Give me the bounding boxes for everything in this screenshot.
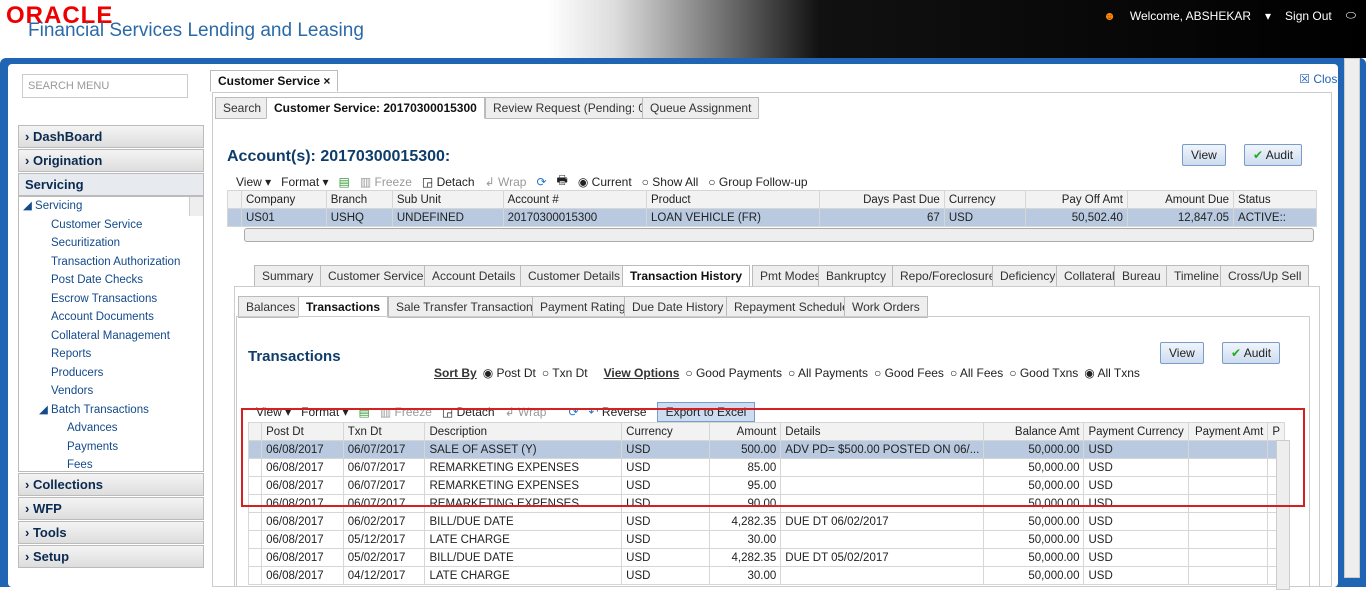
transaction-row[interactable]: 06/08/2017 05/02/2017 BILL/DUE DATE USD 4,28… bbox=[247, 548, 1285, 567]
detail-tab[interactable]: Summary bbox=[254, 265, 322, 287]
inner-tab[interactable]: Work Orders bbox=[844, 296, 928, 318]
menu-setup[interactable]: › Setup bbox=[18, 545, 204, 568]
inner-tab[interactable]: Sale Transfer Transactions bbox=[388, 296, 547, 318]
tree-fees[interactable]: Fees bbox=[19, 456, 203, 471]
wrap-button[interactable]: ↲ Wrap bbox=[485, 175, 527, 189]
tree-scrollbar[interactable] bbox=[189, 197, 203, 216]
detach-button[interactable]: ◲ Detach bbox=[422, 175, 475, 189]
transaction-row[interactable]: 06/08/2017 04/12/2017 LATE CHARGE USD 30.00 5… bbox=[247, 566, 1285, 585]
tree-escrow-transactions[interactable]: Escrow Transactions bbox=[19, 290, 203, 309]
app-header: ORACLE Financial Services Lending and Le… bbox=[0, 0, 1366, 58]
detail-tab[interactable]: Bankruptcy bbox=[818, 265, 895, 287]
tree-servicing[interactable]: ◢ Servicing bbox=[19, 197, 203, 216]
chevron-down-icon: ▾ bbox=[1265, 8, 1272, 23]
txn-view-button[interactable]: View bbox=[1160, 342, 1204, 364]
inner-tab[interactable]: Repayment Schedule bbox=[726, 296, 857, 318]
view-options-label: View Options bbox=[603, 366, 680, 380]
sidebar: SEARCH MENU › DashBoard › Origination Se… bbox=[18, 74, 204, 581]
tree-account-documents[interactable]: Account Documents bbox=[19, 308, 203, 327]
menu-collections[interactable]: › Collections bbox=[18, 473, 204, 496]
radio-good-fees[interactable]: ○ Good Fees bbox=[874, 366, 944, 380]
inner-tab[interactable]: Balances bbox=[238, 296, 304, 318]
tree-payments[interactable]: Payments bbox=[19, 438, 203, 457]
refresh-icon[interactable]: ⟳ bbox=[536, 175, 546, 189]
accounts-title: Account(s): 20170300015300: bbox=[227, 148, 451, 165]
accounts-view-button[interactable]: View bbox=[1182, 144, 1226, 166]
radio-txn-dt[interactable]: ○ Txn Dt bbox=[542, 366, 588, 380]
accounts-table: Company Branch Sub Unit Account # Product Day… bbox=[227, 190, 1317, 227]
subtab-search[interactable]: Search bbox=[215, 97, 270, 119]
highlight-box bbox=[241, 408, 1305, 507]
detail-tab[interactable]: Timeline bbox=[1166, 265, 1227, 287]
radio-group-follow-up[interactable]: ○ Group Follow-up bbox=[708, 175, 807, 189]
sort-by-label: Sort By bbox=[434, 366, 477, 380]
subtab-review-request[interactable]: Review Request (Pending: 0) bbox=[485, 97, 658, 119]
inner-tab[interactable]: Transactions bbox=[298, 296, 389, 318]
signout-link[interactable]: Sign Out bbox=[1285, 9, 1332, 23]
radio-all-txns[interactable]: ◉ All Txns bbox=[1084, 366, 1140, 380]
tree-reports[interactable]: Reports bbox=[19, 345, 203, 364]
radio-current[interactable]: ◉ Current bbox=[578, 175, 632, 189]
radio-post-dt[interactable]: ◉ Post Dt bbox=[483, 366, 536, 380]
freeze-button[interactable]: ▥ Freeze bbox=[360, 175, 412, 189]
tree-vendors[interactable]: Vendors bbox=[19, 382, 203, 401]
tab-customer-service[interactable]: Customer Service × bbox=[210, 70, 339, 92]
servicing-tree: ◢ Servicing Customer Service Securitizat… bbox=[18, 196, 204, 472]
tree-producers[interactable]: Producers bbox=[19, 364, 203, 383]
radio-good-txns[interactable]: ○ Good Txns bbox=[1009, 366, 1078, 380]
detail-tab[interactable]: Customer Service bbox=[320, 265, 432, 287]
inner-tab[interactable]: Payment Rating bbox=[532, 296, 634, 318]
user-icon: ☻ bbox=[1103, 8, 1116, 23]
subtab-queue-assignment[interactable]: Queue Assignment bbox=[642, 97, 760, 119]
search-menu-input[interactable]: SEARCH MENU bbox=[22, 74, 188, 98]
detail-tab[interactable]: Bureau bbox=[1114, 265, 1169, 287]
transaction-row[interactable]: 06/08/2017 06/02/2017 BILL/DUE DATE USD 4,28… bbox=[247, 512, 1285, 531]
tree-advances[interactable]: Advances bbox=[19, 419, 203, 438]
app-frame: SEARCH MENU › DashBoard › Origination Se… bbox=[0, 58, 1366, 590]
oracle-ring-icon: ⬭ bbox=[1345, 8, 1356, 22]
view-menu[interactable]: View ▾ bbox=[236, 175, 271, 189]
print-icon[interactable]: 🖶 bbox=[557, 171, 568, 192]
transactions-title: Transactions bbox=[248, 348, 341, 365]
detail-tab[interactable]: Customer Details bbox=[520, 265, 629, 287]
menu-tools[interactable]: › Tools bbox=[18, 521, 204, 544]
detail-tab[interactable]: Transaction History bbox=[622, 265, 751, 287]
inner-tab[interactable]: Due Date History bbox=[624, 296, 732, 318]
account-row[interactable]: US01 USHQ UNDEFINED 20170300015300 LOAN VEHI… bbox=[227, 208, 1317, 227]
menu-dashboard[interactable]: › DashBoard bbox=[18, 125, 204, 148]
accounts-hscrollbar[interactable] bbox=[244, 228, 1314, 242]
detail-tab[interactable]: Collateral bbox=[1056, 265, 1123, 287]
txn-audit-button[interactable]: ✔ Audit bbox=[1222, 342, 1281, 364]
close-link[interactable]: ☒ Close bbox=[1299, 72, 1344, 86]
menu-wfp[interactable]: › WFP bbox=[18, 497, 204, 520]
subtab-customer-service[interactable]: Customer Service: 20170300015300 bbox=[266, 97, 485, 119]
detail-tab[interactable]: Deficiency bbox=[992, 265, 1064, 287]
tree-securitization[interactable]: Securitization bbox=[19, 234, 203, 253]
accounts-audit-button[interactable]: ✔ Audit bbox=[1244, 144, 1303, 166]
detail-tab[interactable]: Account Details bbox=[424, 265, 524, 287]
tree-batch-transactions[interactable]: ◢ Batch Transactions bbox=[19, 401, 203, 420]
menu-servicing[interactable]: Servicing bbox=[18, 173, 204, 196]
page-vscrollbar[interactable] bbox=[1344, 58, 1360, 578]
radio-good-payments[interactable]: ○ Good Payments bbox=[685, 366, 782, 380]
menu-origination[interactable]: › Origination bbox=[18, 149, 204, 172]
tree-customer-service[interactable]: Customer Service bbox=[19, 216, 203, 235]
tree-collateral-management[interactable]: Collateral Management bbox=[19, 327, 203, 346]
format-menu[interactable]: Format ▾ bbox=[281, 175, 328, 189]
tree-post-date-checks[interactable]: Post Date Checks bbox=[19, 271, 203, 290]
transaction-row[interactable]: 06/08/2017 05/12/2017 LATE CHARGE USD 30.00 5… bbox=[247, 530, 1285, 549]
detail-tab[interactable]: Repo/Foreclosure bbox=[892, 265, 1004, 287]
radio-all-fees[interactable]: ○ All Fees bbox=[950, 366, 1003, 380]
query-icon[interactable]: ▤ bbox=[339, 175, 350, 189]
radio-all-payments[interactable]: ○ All Payments bbox=[788, 366, 868, 380]
tree-transaction-authorization[interactable]: Transaction Authorization bbox=[19, 253, 203, 272]
main-panel: Customer Service × ☒ Close Search Custom… bbox=[210, 70, 1344, 590]
detail-tab[interactable]: Cross/Up Sell bbox=[1220, 265, 1310, 287]
welcome-menu[interactable]: Welcome, ABSHEKAR bbox=[1130, 9, 1251, 23]
app-title: Financial Services Lending and Leasing bbox=[28, 20, 364, 41]
radio-show-all[interactable]: ○ Show All bbox=[642, 175, 699, 189]
